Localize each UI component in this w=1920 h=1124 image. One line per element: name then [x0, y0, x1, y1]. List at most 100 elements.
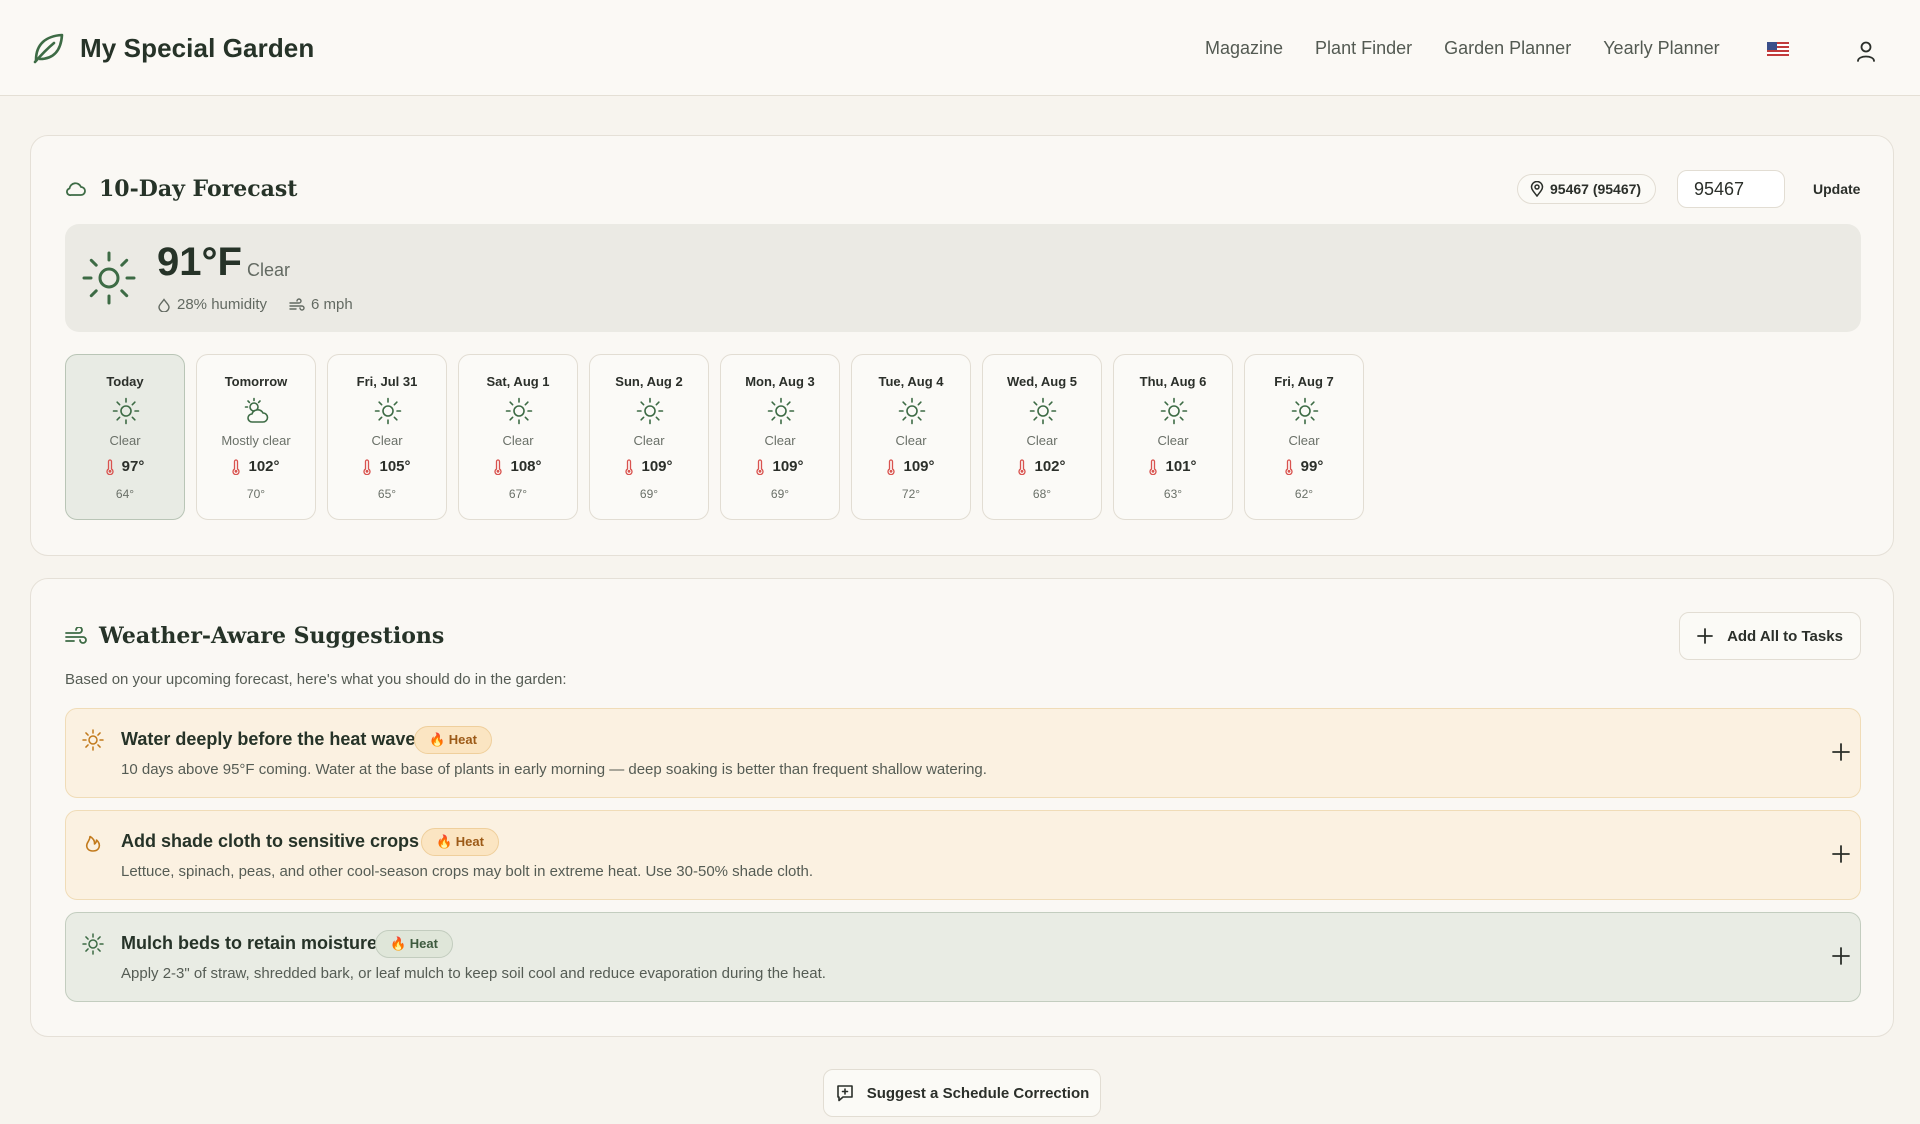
day-high-value: 105°	[379, 458, 411, 475]
user-icon[interactable]	[1856, 40, 1876, 62]
forecast-header: 10-Day Forecast	[65, 176, 297, 202]
day-condition: Clear	[1288, 433, 1320, 448]
day-name: Wed, Aug 5	[1006, 374, 1078, 389]
plus-icon[interactable]	[1831, 742, 1851, 762]
day-low: 69°	[770, 487, 790, 501]
thermometer-icon	[494, 458, 503, 475]
day-high: 109°	[852, 458, 970, 475]
suggest-correction-button[interactable]: Suggest a Schedule Correction	[823, 1069, 1101, 1117]
location-label: 95467 (95467)	[1550, 181, 1642, 197]
flame-icon	[85, 835, 101, 852]
day-high-value: 109°	[641, 458, 673, 475]
day-card[interactable]: Fri, Jul 31 Clear 105° 65°	[327, 354, 447, 520]
suggestion-description: 10 days above 95°F coming. Water at the …	[121, 761, 987, 778]
heat-badge: 🔥 Heat	[414, 726, 492, 754]
top-header: My Special Garden Magazine Plant Finder …	[0, 0, 1920, 96]
suggestion-item: Mulch beds to retain moisture 🔥 Heat App…	[65, 912, 1861, 1002]
cloud-icon	[66, 182, 86, 196]
day-condition: Clear	[109, 433, 141, 448]
day-card[interactable]: Sat, Aug 1 Clear 108° 67°	[458, 354, 578, 520]
thermometer-icon	[106, 458, 114, 475]
day-name: Tomorrow	[224, 374, 288, 389]
plus-icon[interactable]	[1831, 946, 1851, 966]
suggestion-title: Mulch beds to retain moisture	[121, 933, 378, 953]
day-condition: Mostly clear	[221, 433, 291, 448]
day-low: 67°	[508, 487, 528, 501]
day-low: 72°	[901, 487, 921, 501]
add-all-to-tasks-button[interactable]: Add All to Tasks	[1679, 612, 1861, 660]
day-card[interactable]: Fri, Aug 7 Clear 99° 62°	[1244, 354, 1364, 520]
sun-icon	[1291, 397, 1319, 425]
message-plus-icon	[836, 1085, 853, 1102]
day-card[interactable]: Sun, Aug 2 Clear 109° 69°	[589, 354, 709, 520]
update-button[interactable]: Update	[1801, 174, 1872, 204]
sun-icon	[1160, 397, 1188, 425]
day-high: 109°	[721, 458, 839, 475]
thermometer-icon	[1018, 458, 1027, 475]
wind-icon	[289, 297, 305, 311]
day-high: 108°	[459, 458, 577, 475]
zip-input[interactable]	[1677, 170, 1785, 208]
day-card[interactable]: Tomorrow Mostly clear 102° 70°	[196, 354, 316, 520]
day-high-value: 101°	[1165, 458, 1197, 475]
day-name: Fri, Aug 7	[1274, 374, 1334, 389]
day-card[interactable]: Thu, Aug 6 Clear 101° 63°	[1113, 354, 1233, 520]
day-low: 70°	[246, 487, 266, 501]
nav-plant-finder[interactable]: Plant Finder	[1315, 38, 1412, 59]
main-nav: Magazine Plant Finder Garden Planner Yea…	[1205, 38, 1720, 59]
humidity-value: 28% humidity	[177, 296, 268, 313]
us-flag-icon[interactable]	[1767, 42, 1789, 56]
thermometer-icon	[625, 458, 634, 475]
day-high-value: 102°	[248, 458, 280, 475]
daily-forecast: Today Clear 97° 64° Tomorrow Mostly clea…	[65, 354, 1364, 520]
nav-garden-planner[interactable]: Garden Planner	[1444, 38, 1571, 59]
suggestion-title: Water deeply before the heat wave	[121, 729, 416, 749]
day-card[interactable]: Today Clear 97° 64°	[65, 354, 185, 520]
day-condition: Clear	[633, 433, 665, 448]
day-high-value: 97°	[121, 458, 145, 475]
current-weather: 91°F Clear 28% humidity 6 mph	[65, 224, 1861, 332]
nav-magazine[interactable]: Magazine	[1205, 38, 1283, 59]
day-low: 62°	[1294, 487, 1314, 501]
day-name: Fri, Jul 31	[356, 374, 418, 389]
forecast-card: 10-Day Forecast 95467 (95467) Update 91°…	[30, 135, 1894, 556]
suggestion-description: Apply 2-3" of straw, shredded bark, or l…	[121, 965, 826, 982]
day-card[interactable]: Tue, Aug 4 Clear 109° 72°	[851, 354, 971, 520]
suggestion-description: Lettuce, spinach, peas, and other cool-s…	[121, 863, 814, 880]
day-high: 99°	[1245, 458, 1363, 475]
day-high-value: 108°	[510, 458, 542, 475]
thermometer-icon	[1149, 458, 1158, 475]
humidity: 28% humidity	[157, 296, 267, 313]
day-low: 64°	[115, 487, 135, 501]
add-all-label: Add All to Tasks	[1727, 627, 1843, 645]
day-name: Sun, Aug 2	[615, 374, 683, 389]
sun-icon	[82, 729, 104, 751]
suggestions-title: Weather-Aware Suggestions	[99, 623, 445, 649]
day-high-value: 109°	[903, 458, 935, 475]
droplet-icon	[158, 297, 170, 312]
nav-yearly-planner[interactable]: Yearly Planner	[1603, 38, 1719, 59]
day-high: 97°	[66, 458, 184, 475]
day-card[interactable]: Wed, Aug 5 Clear 102° 68°	[982, 354, 1102, 520]
location-pill[interactable]: 95467 (95467)	[1517, 174, 1657, 204]
day-high: 102°	[197, 458, 315, 475]
heat-badge: 🔥 Heat	[375, 930, 453, 958]
plus-icon	[1697, 628, 1713, 644]
day-name: Thu, Aug 6	[1139, 374, 1207, 389]
day-name: Tue, Aug 4	[878, 374, 944, 389]
thermometer-icon	[887, 458, 896, 475]
sun-icon	[898, 397, 926, 425]
day-high: 102°	[983, 458, 1101, 475]
thermometer-icon	[232, 458, 241, 475]
plus-icon[interactable]	[1831, 844, 1851, 864]
map-pin-icon	[1530, 181, 1544, 197]
wind-icon	[65, 627, 87, 644]
current-condition: Clear	[247, 260, 291, 280]
suggestion-item: Add shade cloth to sensitive crops 🔥 Hea…	[65, 810, 1861, 900]
leaf-icon	[33, 33, 64, 64]
suggestion-title: Add shade cloth to sensitive crops	[121, 831, 420, 851]
sun-icon	[505, 397, 533, 425]
day-card[interactable]: Mon, Aug 3 Clear 109° 69°	[720, 354, 840, 520]
day-high-value: 99°	[1300, 458, 1324, 475]
brand[interactable]: My Special Garden	[30, 30, 314, 66]
